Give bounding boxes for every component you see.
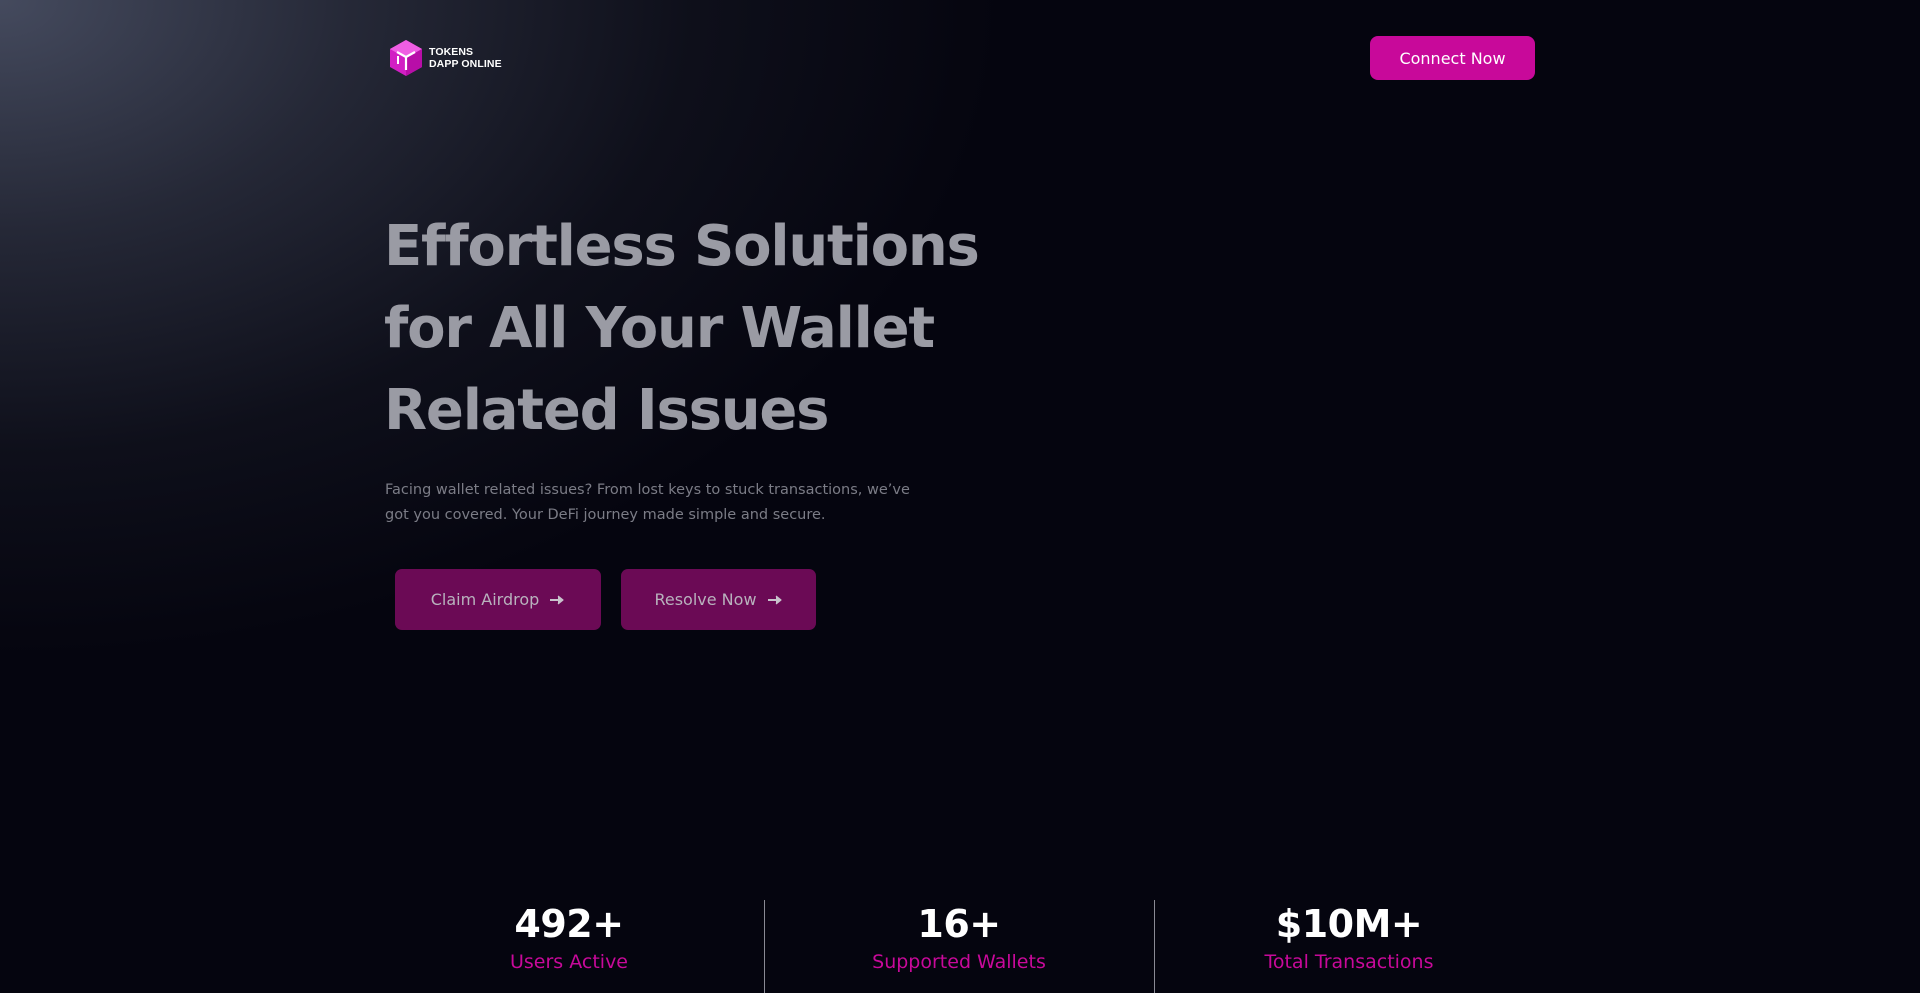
hero-description-line-1: Facing wallet related issues? From lost …	[385, 482, 910, 498]
claim-airdrop-label: Claim Airdrop	[430, 590, 540, 609]
resolve-now-button[interactable]: Resolve Now	[621, 569, 816, 630]
hero-title: Effortless Solutions for All Your Wallet…	[384, 206, 1004, 452]
arrow-right-icon	[767, 595, 782, 604]
brand-name-line1: TOKENS	[429, 45, 474, 58]
stat-value: 16+	[917, 902, 1001, 946]
stat-label: Total Transactions	[1264, 951, 1434, 973]
claim-airdrop-button[interactable]: Claim Airdrop	[395, 569, 601, 630]
stat-label: Supported Wallets	[872, 951, 1046, 973]
page: TOKENS DAPP ONLINE Connect Now Effortles…	[0, 0, 1920, 993]
connect-now-button[interactable]: Connect Now	[1370, 36, 1535, 80]
stat-supported-wallets: 16+ Supported Wallets	[764, 900, 1154, 976]
stat-users-active: 492+ Users Active	[374, 900, 764, 976]
hero-description: Facing wallet related issues? From lost …	[385, 478, 945, 528]
stat-total-transactions: $10M+ Total Transactions	[1154, 900, 1544, 976]
background-glow	[0, 0, 1920, 993]
brand-name: TOKENS DAPP ONLINE	[429, 46, 502, 71]
hero-title-line-1: Effortless Solutions	[384, 214, 980, 279]
stat-label: Users Active	[509, 951, 629, 973]
arrow-right-icon	[550, 595, 564, 604]
brand-name-line2: DAPP ONLINE	[429, 58, 502, 70]
hero-description-line-2: got you covered. Your DeFi journey made …	[385, 507, 826, 523]
cube-icon	[390, 40, 422, 76]
brand-logo[interactable]: TOKENS DAPP ONLINE	[389, 39, 502, 77]
stat-value: 492+	[514, 902, 624, 946]
hero-title-line-2: for All Your Wallet	[384, 296, 935, 361]
hero-title-line-3: Related Issues	[384, 378, 830, 443]
resolve-now-label: Resolve Now	[654, 590, 757, 609]
stat-value: $10M+	[1275, 902, 1423, 946]
